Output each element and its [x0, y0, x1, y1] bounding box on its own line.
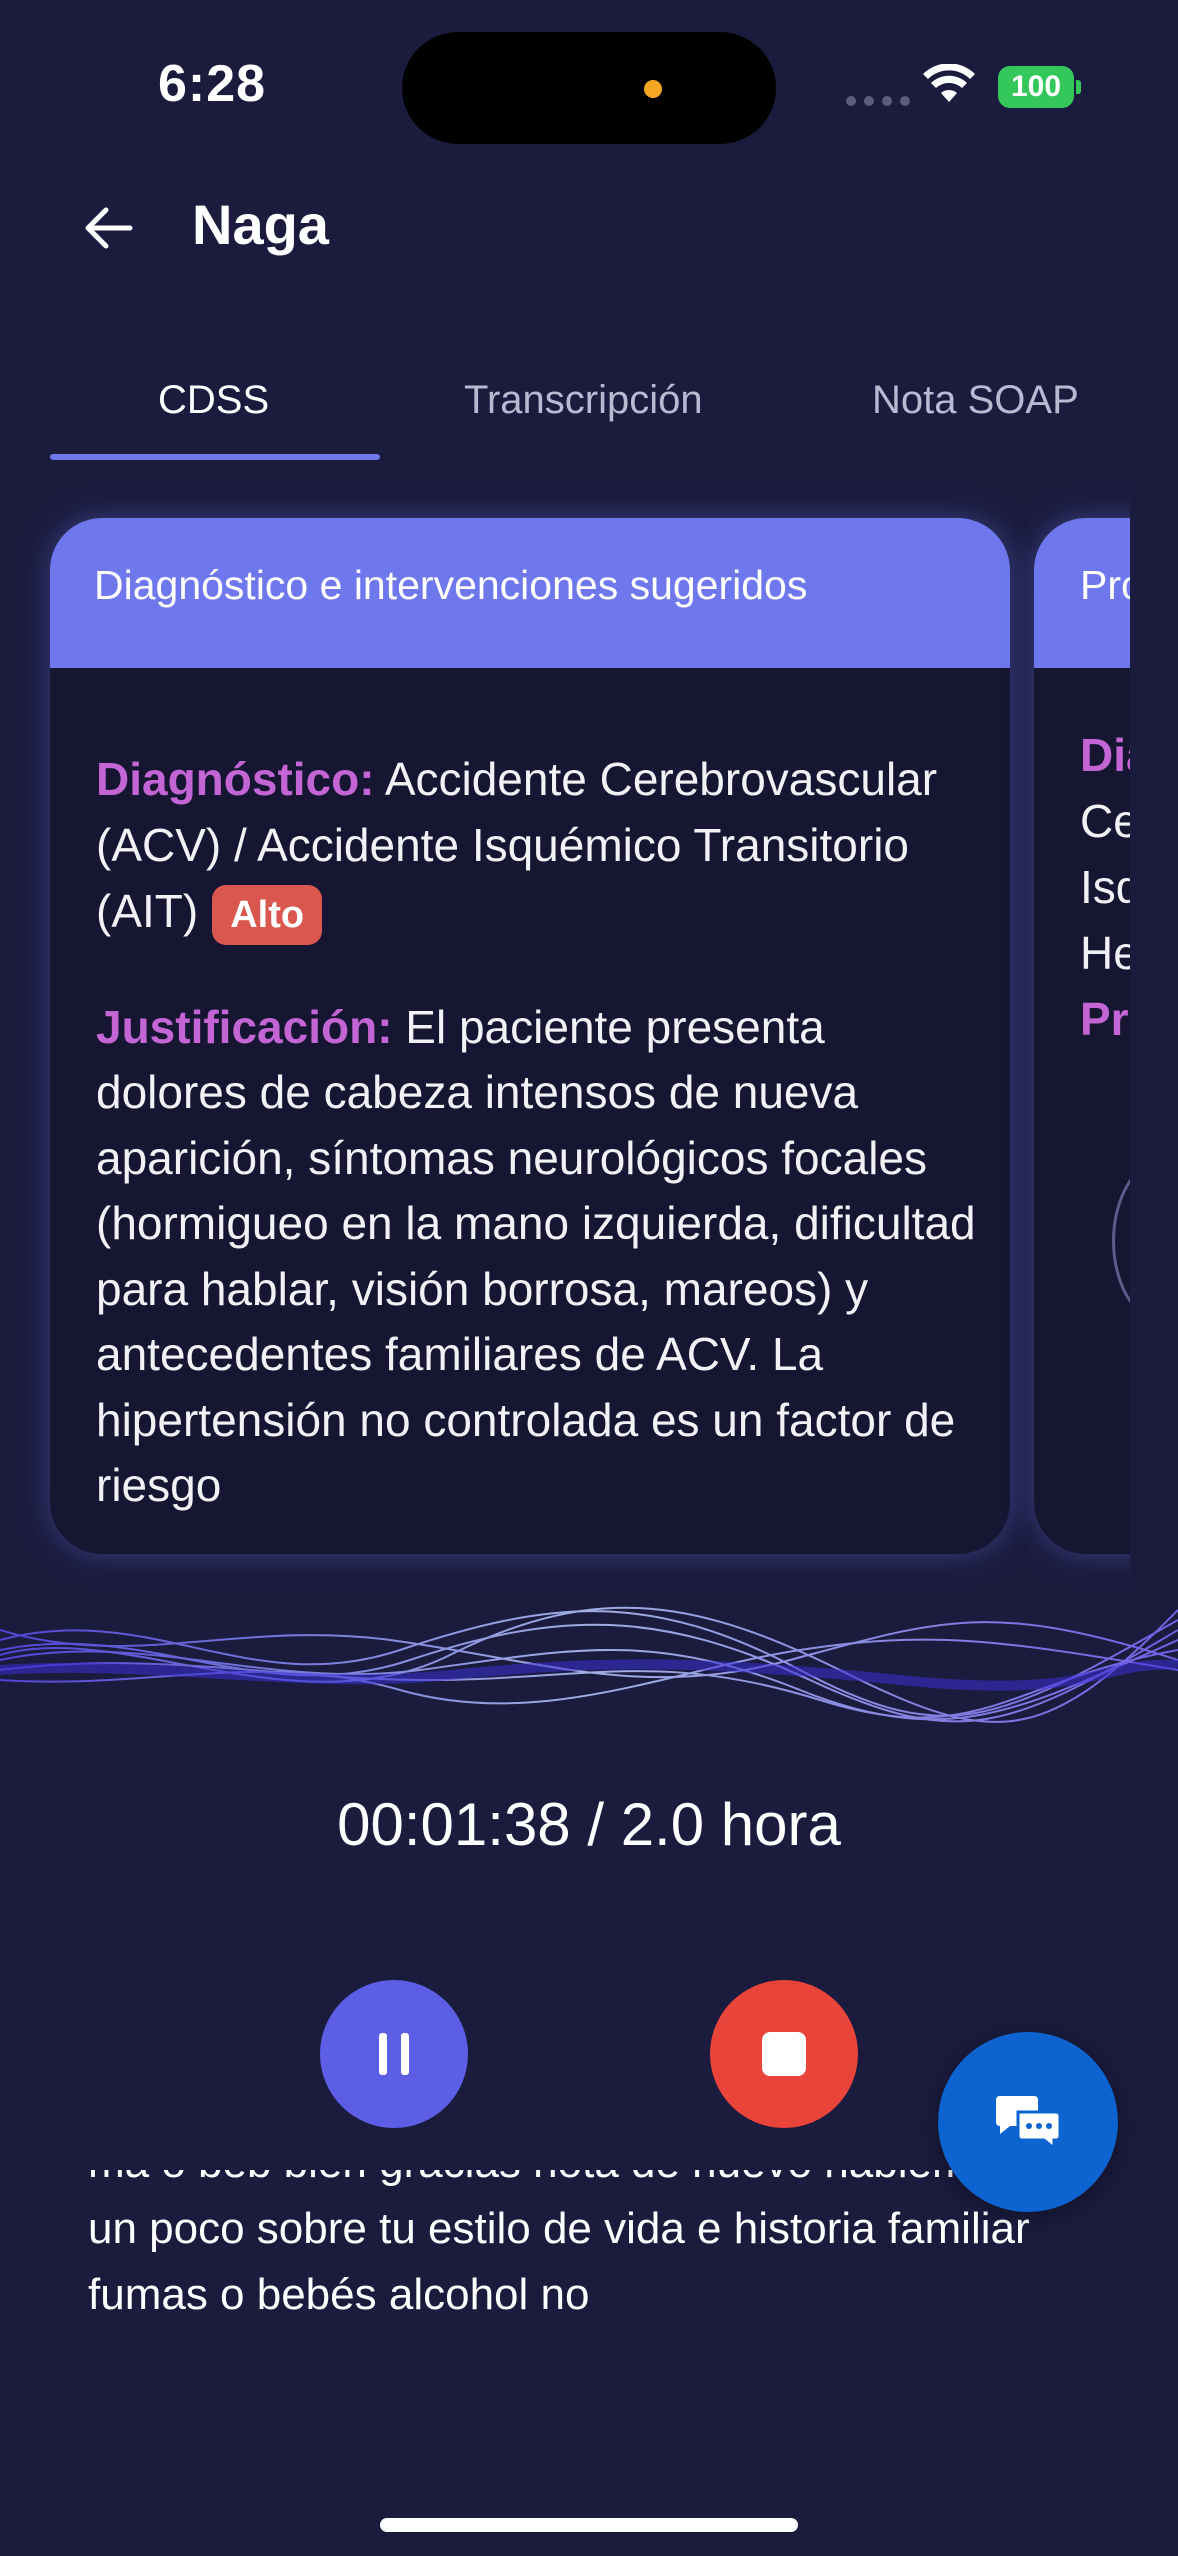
card-header: Diagnóstico e intervenciones sugeridos [50, 518, 1010, 668]
severity-badge: Alto [212, 884, 323, 945]
next-card-line: Dia [1080, 729, 1130, 781]
live-transcript: ma o beb bien gracias nota de nuevo habl… [88, 2170, 1068, 2360]
next-card-line: Ce [1080, 795, 1130, 847]
next-card-line: He [1080, 927, 1130, 979]
home-indicator [380, 2518, 798, 2532]
chat-button[interactable] [938, 2032, 1118, 2212]
next-card-chart-ring [1112, 1158, 1130, 1324]
audio-waveform [0, 1606, 1178, 1723]
next-card[interactable]: Pro Dia Ce Isq He Pr [1034, 518, 1130, 1554]
stop-button[interactable] [710, 1980, 858, 2128]
diagnosis-block: Diagnóstico: Accidente Cerebrovascular (… [96, 746, 976, 945]
pause-icon [379, 2033, 409, 2075]
card-body: Diagnóstico: Accidente Cerebrovascular (… [96, 746, 976, 1519]
next-card-line: Isq [1080, 861, 1130, 913]
justification-block: Justificación: El paciente presenta dolo… [96, 995, 976, 1519]
next-card-header: Pro [1034, 518, 1130, 668]
stop-icon [762, 2032, 806, 2076]
transcript-text: ma o beb bien gracias nota de nuevo habl… [88, 2170, 1030, 2319]
next-card-body: Dia Ce Isq He Pr [1080, 722, 1130, 1052]
diagnosis-label: Diagnóstico: [96, 753, 375, 805]
chat-bubbles-icon [996, 2096, 1062, 2152]
next-card-header-title: Pro [1080, 562, 1130, 608]
diagnosis-card[interactable]: Diagnóstico e intervenciones sugeridos D… [50, 518, 1010, 1554]
justification-label: Justificación: [96, 1000, 393, 1053]
justification-text: El paciente presenta dolores de cabeza i… [96, 1000, 976, 1512]
recording-timer: 00:01:38 / 2.0 hora [337, 1791, 841, 1858]
card-header-title: Diagnóstico e intervenciones sugeridos [94, 562, 808, 608]
next-card-line: Pr [1080, 993, 1129, 1045]
pause-button[interactable] [320, 1980, 468, 2128]
